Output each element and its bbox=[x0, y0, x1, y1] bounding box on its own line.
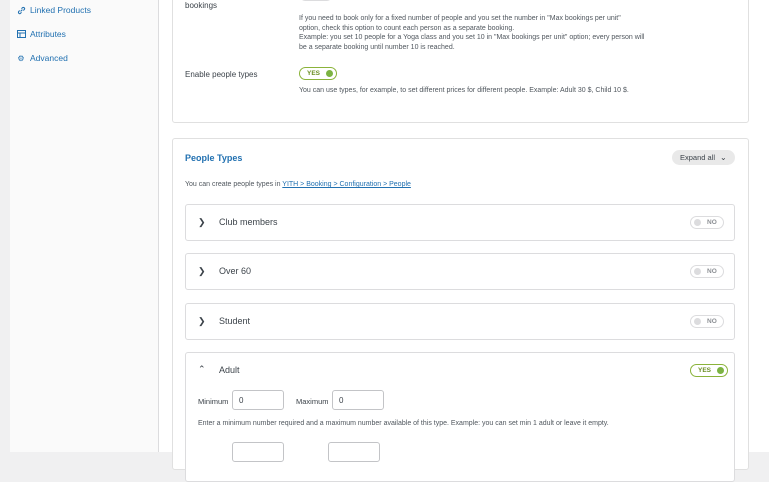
min-max-help: Enter a minimum number required and a ma… bbox=[198, 420, 609, 427]
people-types-title: People Types bbox=[185, 153, 243, 163]
tab-label: Linked Products bbox=[30, 5, 91, 15]
toggle-knob bbox=[326, 70, 334, 77]
toggle-knob bbox=[694, 318, 701, 325]
chevron-down-icon[interactable]: ❯ bbox=[198, 266, 206, 277]
chevron-down-icon[interactable]: ❯ bbox=[198, 316, 206, 327]
people-type-name: Student bbox=[219, 316, 251, 326]
toggle-state: NO bbox=[707, 268, 717, 275]
tab-label: Attributes bbox=[30, 29, 66, 39]
block-price-input[interactable] bbox=[328, 442, 380, 462]
people-types-hint: You can create people types in YITH > Bo… bbox=[185, 180, 411, 190]
maximum-label: Maximum bbox=[296, 397, 329, 406]
product-data-tabs: Linked Products Attributes ⚙ Advanced bbox=[10, 0, 159, 452]
enable-people-types-toggle[interactable]: YES bbox=[299, 67, 338, 80]
tab-label: Advanced bbox=[30, 53, 68, 63]
toggle-knob bbox=[694, 268, 701, 275]
people-type-club-members: ❯ Club members NO bbox=[185, 204, 735, 241]
toggle-knob bbox=[717, 367, 725, 374]
toggle-state: NO bbox=[707, 318, 717, 325]
chevron-up-icon[interactable]: ⌃ bbox=[198, 364, 206, 375]
club-members-toggle[interactable]: NO bbox=[690, 216, 724, 229]
table-icon bbox=[16, 30, 26, 38]
people-type-student: ❯ Student NO bbox=[185, 303, 735, 340]
toggle-knob bbox=[694, 219, 701, 226]
tab-advanced[interactable]: ⚙ Advanced bbox=[16, 50, 68, 66]
people-types-panel: People Types Expand all ⌄ You can create… bbox=[172, 138, 749, 482]
left-strip bbox=[0, 0, 10, 452]
chevron-down-icon: ⌄ bbox=[720, 153, 727, 162]
minimum-label: Minimum bbox=[198, 397, 229, 406]
base-price-input[interactable] bbox=[232, 442, 284, 462]
hint-text: You can create people types in bbox=[185, 181, 283, 188]
main-content: Count people as separated bookings NO If… bbox=[159, 0, 769, 482]
people-type-over-60: ❯ Over 60 NO bbox=[185, 253, 735, 290]
chevron-down-icon[interactable]: ❯ bbox=[198, 217, 206, 228]
toggle-state: YES bbox=[307, 70, 321, 77]
count-people-desc-4: be a separate booking until number 10 is… bbox=[299, 43, 455, 51]
people-settings-panel: Count people as separated bookings NO If… bbox=[172, 0, 749, 123]
count-people-label: Count people as separated bookings bbox=[185, 1, 218, 10]
maximum-input[interactable] bbox=[332, 390, 384, 410]
expand-all-label: Expand all bbox=[680, 153, 716, 162]
minimum-input[interactable] bbox=[232, 390, 284, 410]
count-people-desc-1: If you need to book only for a fixed num… bbox=[299, 15, 621, 22]
count-people-desc-3: Example: you set 10 people for a Yoga cl… bbox=[299, 34, 645, 41]
tab-attributes[interactable]: Attributes bbox=[16, 26, 66, 42]
toggle-state: NO bbox=[707, 219, 717, 226]
expand-all-button[interactable]: Expand all ⌄ bbox=[672, 150, 735, 165]
adult-toggle[interactable]: YES bbox=[690, 364, 729, 377]
people-type-name: Adult bbox=[219, 365, 240, 375]
tab-linked-products[interactable]: Linked Products bbox=[16, 2, 91, 18]
student-toggle[interactable]: NO bbox=[690, 315, 724, 328]
link-icon bbox=[16, 6, 26, 15]
people-type-adult: ⌃ Adult YES Minimum Maximum Enter a mini… bbox=[185, 352, 735, 482]
enable-people-types-label: Enable people types bbox=[185, 70, 258, 79]
count-people-desc-2: option, check this option to count each … bbox=[299, 24, 515, 32]
people-type-name: Club members bbox=[219, 217, 278, 227]
people-type-name: Over 60 bbox=[219, 266, 252, 276]
configuration-people-link[interactable]: YITH > Booking > Configuration > People bbox=[282, 181, 411, 188]
count-people-toggle[interactable]: NO bbox=[299, 0, 333, 1]
toggle-state: YES bbox=[698, 367, 712, 374]
enable-people-types-desc: You can use types, for example, to set d… bbox=[299, 87, 629, 94]
over-60-toggle[interactable]: NO bbox=[690, 265, 724, 278]
gear-icon: ⚙ bbox=[17, 53, 25, 63]
